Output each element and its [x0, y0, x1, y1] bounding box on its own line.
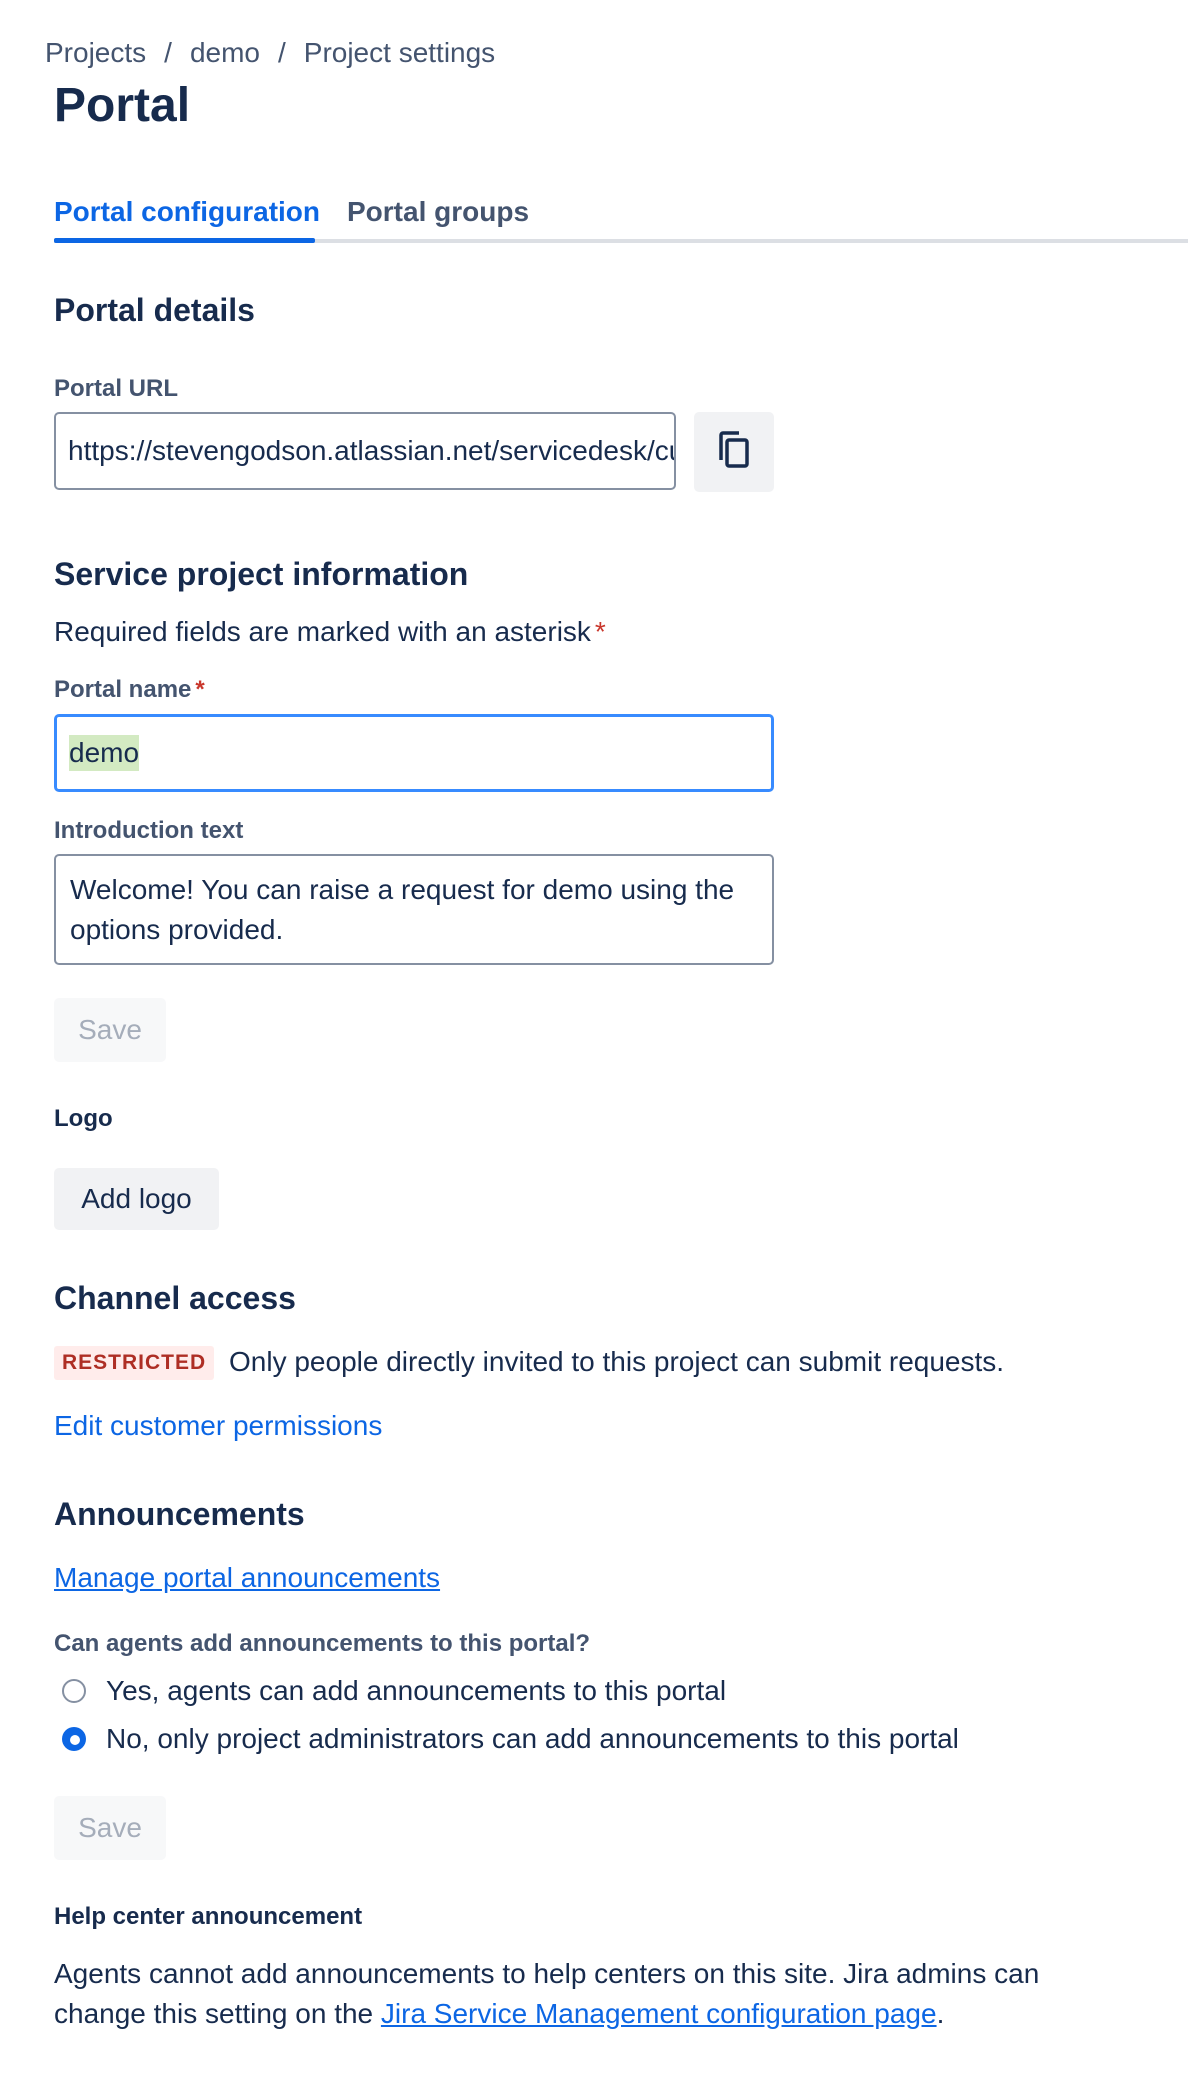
required-note-text: Required fields are marked with an aster…: [54, 616, 591, 647]
restricted-badge: RESTRICTED: [54, 1346, 215, 1380]
radio-option-no-label: No, only project administrators can add …: [106, 1723, 959, 1754]
help-center-announcement-heading: Help center announcement: [54, 1903, 363, 1930]
copy-icon: [717, 430, 751, 475]
help-center-text-end: .: [936, 1998, 945, 2029]
add-logo-button[interactable]: Add logo: [54, 1168, 219, 1230]
copy-url-button[interactable]: [694, 412, 774, 492]
breadcrumb-demo[interactable]: demo: [190, 37, 260, 69]
save-announcements-button[interactable]: Save: [54, 1796, 166, 1860]
help-center-description: Agents cannot add announcements to help …: [54, 1954, 1134, 2034]
breadcrumb-projects[interactable]: Projects: [45, 37, 146, 69]
channel-access-description: Only people directly invited to this pro…: [229, 1346, 1005, 1377]
breadcrumb: Projects / demo / Project settings: [45, 33, 495, 73]
portal-name-value: demo: [69, 735, 140, 771]
announcements-heading: Announcements: [54, 1496, 305, 1532]
breadcrumb-separator: /: [277, 37, 286, 68]
portal-name-label-text: Portal name: [54, 676, 192, 703]
radio-button-checked[interactable]: [62, 1727, 86, 1751]
agents-announcements-question: Can agents add announcements to this por…: [54, 1630, 591, 1657]
tab-portal-configuration[interactable]: Portal configuration: [54, 192, 320, 240]
radio-option-yes-label: Yes, agents can add announcements to thi…: [106, 1675, 727, 1706]
radio-option-no[interactable]: No, only project administrators can add …: [62, 1719, 959, 1759]
tab-portal-groups[interactable]: Portal groups: [347, 192, 529, 240]
edit-customer-permissions-link[interactable]: Edit customer permissions: [54, 1410, 382, 1442]
logo-label: Logo: [54, 1105, 113, 1132]
required-asterisk: *: [594, 616, 606, 647]
manage-portal-announcements-link[interactable]: Manage portal announcements: [54, 1562, 440, 1594]
portal-details-heading: Portal details: [54, 292, 255, 328]
channel-access-heading: Channel access: [54, 1280, 296, 1316]
breadcrumb-project-settings[interactable]: Project settings: [304, 37, 495, 69]
required-fields-note: Required fields are marked with an aster…: [54, 616, 606, 648]
breadcrumb-separator: /: [164, 37, 172, 68]
portal-url-field[interactable]: https://stevengodson.atlassian.net/servi…: [54, 412, 676, 490]
required-asterisk: *: [195, 676, 205, 703]
introduction-text-area[interactable]: Welcome! You can raise a request for dem…: [54, 854, 774, 965]
active-tab-indicator: [54, 238, 315, 243]
save-service-info-button[interactable]: Save: [54, 998, 166, 1062]
radio-option-yes[interactable]: Yes, agents can add announcements to thi…: [62, 1671, 726, 1711]
jsm-configuration-page-link[interactable]: Jira Service Management configuration pa…: [381, 1998, 937, 2029]
introduction-text-label: Introduction text: [54, 817, 244, 844]
page-title: Portal: [54, 79, 191, 132]
service-project-heading: Service project information: [54, 556, 469, 592]
portal-url-label: Portal URL: [54, 375, 179, 402]
portal-name-input[interactable]: demo: [54, 714, 774, 792]
radio-button-unchecked[interactable]: [62, 1679, 86, 1703]
portal-name-label: Portal name *: [54, 676, 205, 704]
